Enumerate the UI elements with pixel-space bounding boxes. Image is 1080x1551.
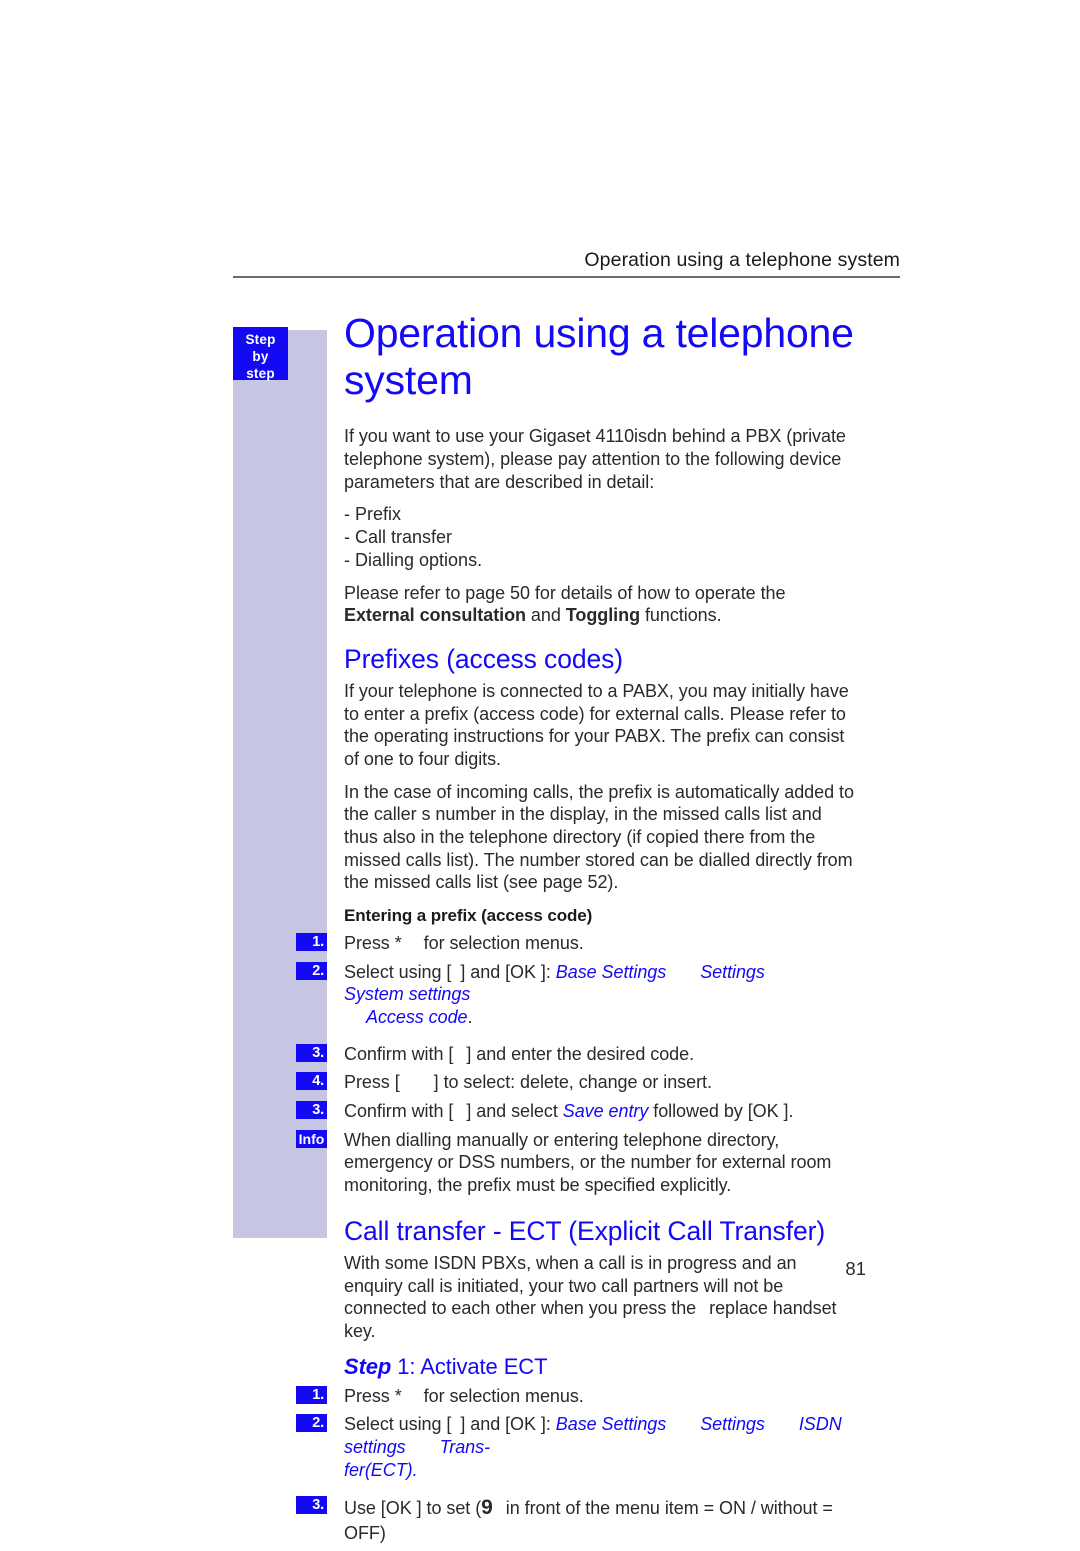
menu-path-item: Save entry bbox=[562, 1101, 649, 1122]
step-1-heading: Step 1: Activate ECT bbox=[344, 1353, 856, 1379]
info-row: Info When dialling manually or entering … bbox=[296, 1129, 856, 1197]
step-badge: 2. bbox=[296, 1414, 327, 1433]
step-badge: 1. bbox=[296, 933, 327, 952]
refer-note-paragraph: Please refer to page 50 for details of h… bbox=[344, 582, 856, 627]
menu-path-item: Base Settings bbox=[555, 1414, 667, 1435]
step-pre: Press * bbox=[344, 933, 402, 954]
step-badge: 3. bbox=[296, 1101, 327, 1120]
step-mid: ] and [OK ]: bbox=[460, 1414, 556, 1435]
step-text: Select using [ ] and [OK ]: Base Settings… bbox=[344, 962, 799, 1027]
menu-path-item: Trans- bbox=[439, 1437, 491, 1458]
step-text: Confirm with [ ] and select Save entry fo… bbox=[344, 1101, 793, 1121]
step-pre: Press [ bbox=[344, 1072, 400, 1093]
list-item: - Call transfer bbox=[344, 527, 453, 548]
step-post: ] to select: delete, change or insert. bbox=[433, 1072, 712, 1093]
step-post: ] and enter the desired code. bbox=[466, 1043, 695, 1064]
prefixes-paragraph-2: In the case of incoming calls, the prefi… bbox=[344, 781, 854, 893]
step-pre: Select using [ bbox=[344, 961, 452, 982]
info-text: When dialling manually or entering telep… bbox=[344, 1129, 832, 1196]
prefixes-paragraph-1: If your telephone is connected to a PABX… bbox=[344, 680, 849, 769]
ect-steps-list: 1. Press * for selection menus. 2. Select… bbox=[296, 1385, 856, 1545]
step-pre: Press * bbox=[344, 1385, 402, 1406]
chapter-intro-paragraph: If you want to use your Gigaset 4110isdn… bbox=[344, 426, 846, 492]
section-heading-call-transfer: Call transfer - ECT (Explicit Call Trans… bbox=[344, 1215, 826, 1246]
step-text: Confirm with [ ] and enter the desired co… bbox=[344, 1044, 694, 1064]
menu-path-item: fer(ECT) bbox=[344, 1459, 413, 1480]
refer-note-bold-1: External consultation bbox=[344, 605, 526, 626]
step-badge: 2. bbox=[296, 961, 327, 980]
step-text: Use [OK ] to set (9 in front of the menu … bbox=[344, 1496, 833, 1542]
step-badge: 4. bbox=[296, 1072, 327, 1091]
menu-path-item: Settings bbox=[700, 961, 765, 982]
prefix-steps-list: 1. Press * for selection menus. 2. Select… bbox=[296, 932, 856, 1197]
menu-path-item: Settings bbox=[700, 1414, 765, 1435]
step-pre: Confirm with [ bbox=[344, 1101, 454, 1122]
refer-note-pre: Please refer to page 50 for details of h… bbox=[344, 582, 786, 603]
step-text: Press * for selection menus. bbox=[344, 1386, 584, 1406]
menu-path-item: System settings bbox=[344, 984, 471, 1005]
step-text: Select using [ ] and [OK ]: Base Settings… bbox=[344, 1414, 842, 1479]
step-text: Press * for selection menus. bbox=[344, 933, 584, 953]
ct-para-c: key. bbox=[344, 1320, 376, 1341]
step-tail: . bbox=[412, 1459, 418, 1480]
step-row: 1. Press * for selection menus. bbox=[296, 932, 856, 955]
header-rule bbox=[233, 276, 900, 278]
menu-path-item: Access code bbox=[366, 1007, 468, 1028]
step-row: 2. Select using [ ] and [OK ]: Base Setti… bbox=[296, 1413, 856, 1481]
step-mid: ] and select bbox=[466, 1101, 563, 1122]
refer-note-mid: and bbox=[525, 605, 566, 626]
page-title: Operation using a telephone system bbox=[344, 310, 854, 403]
tab-line-1: Step bbox=[245, 332, 276, 347]
tab-line-2: by bbox=[252, 349, 269, 365]
tab-line-3: step bbox=[246, 366, 275, 382]
step-row: 2. Select using [ ] and [OK ]: Base Setti… bbox=[296, 961, 856, 1029]
parameter-list: - Prefix - Call transfer - Dialling opti… bbox=[344, 503, 856, 571]
step-row: 1. Press * for selection menus. bbox=[296, 1385, 856, 1408]
step-tail: . bbox=[467, 1007, 473, 1028]
step-post: for selection menus. bbox=[423, 1385, 584, 1406]
step-badge: 3. bbox=[296, 1043, 327, 1062]
step-row: 3. Use [OK ] to set (9 in front of the me… bbox=[296, 1495, 856, 1544]
step-post: for selection menus. bbox=[423, 933, 584, 954]
step-pre: Confirm with [ bbox=[344, 1043, 454, 1064]
step-heading-word: Step bbox=[344, 1353, 392, 1379]
page-number: 81 bbox=[845, 1258, 866, 1279]
refer-note-bold-2: Toggling bbox=[565, 605, 641, 626]
main-content-column: Operation using a telephone system If yo… bbox=[296, 310, 856, 1551]
step-by-step-tab: Step by step bbox=[233, 327, 288, 382]
document-page: Operation using a telephone system Step … bbox=[0, 0, 1080, 1543]
step-pre: Use [OK ] to set ( bbox=[344, 1498, 482, 1519]
nine-glyph: 9 bbox=[481, 1496, 493, 1520]
list-item: - Dialling options. bbox=[344, 549, 483, 570]
step-row: 3. Confirm with [ ] and enter the desired… bbox=[296, 1043, 856, 1066]
refer-note-post: functions. bbox=[640, 605, 722, 626]
step-row: 3. Confirm with [ ] and select Save entry… bbox=[296, 1100, 856, 1123]
ct-para-b: replace handset bbox=[709, 1298, 837, 1319]
step-badge: 1. bbox=[296, 1385, 327, 1404]
menu-path-item: Base Settings bbox=[555, 961, 667, 982]
step-heading-rest: 1: Activate ECT bbox=[391, 1353, 548, 1379]
step-pre: Select using [ bbox=[344, 1414, 452, 1435]
running-header: Operation using a telephone system bbox=[584, 249, 900, 271]
menu-path-continuation: Access code. bbox=[344, 1007, 473, 1028]
info-badge: Info bbox=[296, 1129, 327, 1148]
section-heading-prefixes: Prefixes (access codes) bbox=[344, 643, 623, 674]
step-row: 4. Press [ ] to select: delete, change or… bbox=[296, 1071, 856, 1094]
step-text: Press [ ] to select: delete, change or in… bbox=[344, 1072, 712, 1092]
entering-prefix-heading: Entering a prefix (access code) bbox=[344, 906, 593, 926]
step-mid: ] and [OK ]: bbox=[460, 961, 556, 982]
list-item: - Prefix bbox=[344, 504, 402, 525]
step-post: followed by [OK ]. bbox=[648, 1101, 794, 1122]
step-badge: 3. bbox=[296, 1496, 327, 1515]
